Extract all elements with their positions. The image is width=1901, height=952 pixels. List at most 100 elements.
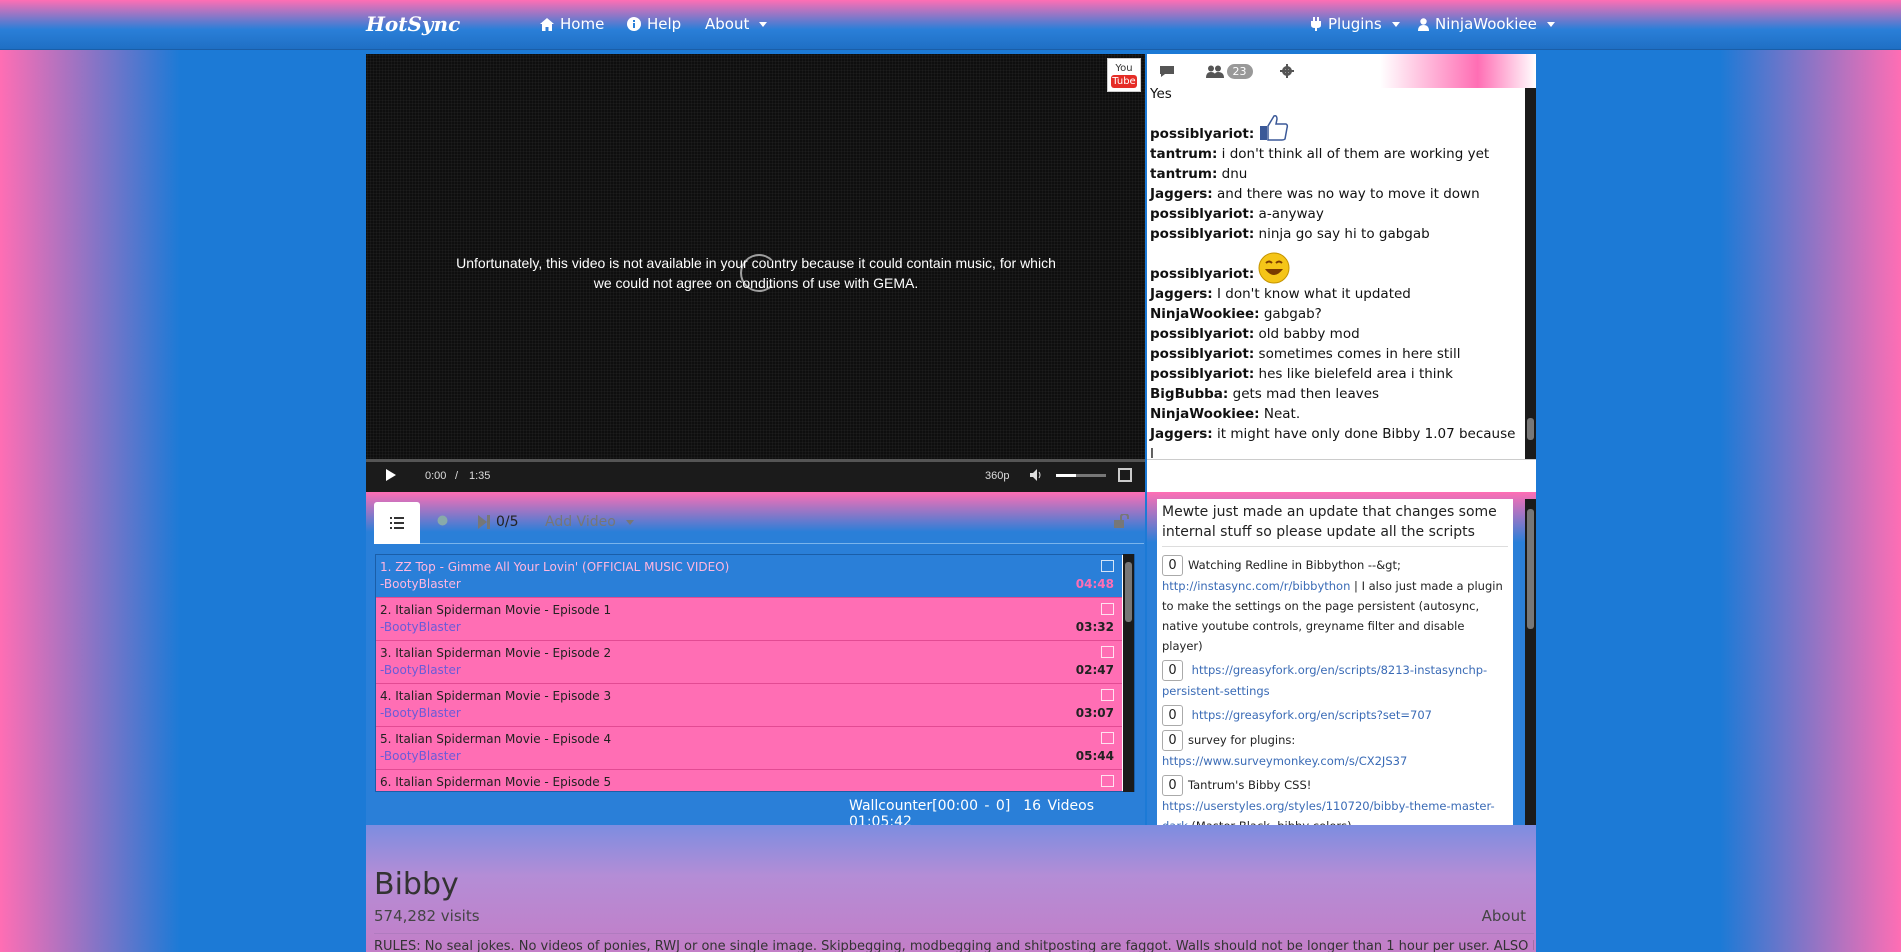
nav-about-dropdown[interactable]: About [705, 15, 768, 33]
laughing-emote [1258, 252, 1290, 284]
chat-username[interactable]: possiblyariot: [1150, 264, 1254, 284]
nav-help[interactable]: Help [627, 15, 681, 33]
chevron-down-icon [759, 21, 768, 27]
chat-username[interactable]: possiblyariot: [1150, 226, 1254, 242]
motd-scroll-thumb[interactable] [1527, 509, 1534, 629]
playlist-item-title: 1. ZZ Top - Gimme All Your Lovin' (OFFIC… [380, 560, 730, 574]
nav-home-label: Home [560, 15, 605, 33]
external-link-icon[interactable] [1101, 732, 1114, 744]
chat-message: possiblyariot: old babby mod [1150, 324, 1520, 344]
lock-button[interactable] [1114, 514, 1130, 528]
tab-users[interactable]: 23 [1199, 54, 1259, 88]
chat-scroll-thumb[interactable] [1527, 418, 1534, 440]
playlist-item[interactable]: 4. Italian Spiderman Movie - Episode 3 -B… [376, 684, 1122, 727]
skip-button[interactable]: 0/5 [478, 514, 519, 530]
poll-vote-count[interactable]: 0 [1162, 705, 1183, 726]
playlist-item[interactable]: 2. Italian Spiderman Movie - Episode 1 -B… [376, 598, 1122, 641]
wallcounter: Wallcounter[00:00 - 0] [849, 798, 1011, 814]
playlist-scroll-thumb[interactable] [1125, 562, 1132, 622]
playlist-item[interactable]: 1. ZZ Top - Gimme All Your Lovin' (OFFIC… [376, 555, 1122, 598]
poll-vote-count[interactable]: 0 [1162, 775, 1183, 796]
external-link-icon[interactable] [1101, 689, 1114, 701]
tab-playlist[interactable] [374, 502, 420, 544]
nav-plugins-dropdown[interactable]: Plugins [1310, 15, 1400, 33]
chat-username[interactable]: Jaggers: [1150, 286, 1213, 302]
quality-button[interactable]: 360p [985, 470, 1009, 482]
top-navbar: HotSync Home Help About Plugins NinjaWoo… [0, 0, 1901, 50]
poll-link[interactable]: https://greasyfork.org/en/scripts/8213-i… [1162, 663, 1487, 698]
chat-username[interactable]: possiblyariot: [1150, 206, 1254, 222]
tab-chat[interactable] [1147, 54, 1187, 88]
playlist-list: 1. ZZ Top - Gimme All Your Lovin' (OFFIC… [375, 554, 1135, 792]
time-total: 1:35 [469, 470, 491, 482]
nav-home[interactable]: Home [540, 15, 604, 33]
chat-text: i don't think all of them are working ye… [1221, 146, 1490, 162]
external-link-icon[interactable] [1101, 775, 1114, 787]
play-icon[interactable] [386, 469, 396, 481]
playlist-item-addedby: -BootyBlaster [380, 577, 461, 591]
chat-bubble-icon [1160, 65, 1174, 77]
nav-user-dropdown[interactable]: NinjaWookiee [1418, 15, 1555, 33]
autosync-button[interactable] [436, 514, 449, 527]
external-link-icon[interactable] [1101, 646, 1114, 658]
chat-message-list: Yes possiblyariot: tantrum: i don't think… [1150, 88, 1520, 459]
progress-bar[interactable] [366, 459, 1145, 462]
poll-link[interactable]: http://instasync.com/r/bibbython [1162, 579, 1350, 593]
playlist-item[interactable]: 3. Italian Spiderman Movie - Episode 2 -B… [376, 641, 1122, 684]
playlist-item[interactable]: 5. Italian Spiderman Movie - Episode 4 -B… [376, 727, 1122, 770]
chat-username[interactable]: NinjaWookiee: [1150, 306, 1260, 322]
chat-username[interactable]: tantrum: [1150, 146, 1217, 162]
playlist-scrollbar[interactable] [1123, 554, 1134, 792]
chat-username[interactable]: tantrum: [1150, 166, 1217, 182]
poll-text: survey for plugins: [1188, 733, 1296, 747]
chat-username[interactable]: BigBubba: [1150, 386, 1228, 402]
external-link-icon[interactable] [1101, 603, 1114, 615]
chat-username[interactable]: Jaggers: [1150, 186, 1213, 202]
poll-vote-count[interactable]: 0 [1162, 660, 1183, 681]
chevron-down-icon [1546, 21, 1555, 27]
volume-slider[interactable] [1056, 474, 1106, 477]
chat-username[interactable]: possiblyariot: [1150, 366, 1254, 382]
volume-icon[interactable] [1030, 469, 1042, 481]
playlist-item-duration: 03:32 [1075, 620, 1114, 634]
chat-username[interactable]: possiblyariot: [1150, 124, 1254, 144]
poll-list: 0 Watching Redline in Bibbython --&gt; ht… [1162, 555, 1508, 851]
motd-scrollbar[interactable] [1525, 499, 1536, 851]
brand-logo[interactable]: HotSync [366, 12, 460, 36]
motd-content: Mewte just made an update that changes s… [1157, 499, 1513, 851]
room-about-link[interactable]: About [1482, 907, 1526, 925]
chat-username[interactable]: possiblyariot: [1150, 326, 1254, 342]
youtube-logo-icon[interactable]: You Tube [1107, 58, 1141, 92]
home-icon [540, 17, 554, 31]
poll-vote-count[interactable]: 0 [1162, 555, 1183, 576]
poll-link[interactable]: https://www.surveymonkey.com/s/CX2JS37 [1162, 754, 1407, 768]
playlist-item[interactable]: 6. Italian Spiderman Movie - Episode 5 [376, 770, 1122, 791]
chat-message: Jaggers: I don't know what it updated [1150, 284, 1520, 304]
chat-input[interactable] [1147, 459, 1536, 492]
youtube-logo-top: You [1115, 63, 1133, 74]
chat-message: Yes [1150, 88, 1520, 104]
chat-username[interactable]: possiblyariot: [1150, 346, 1254, 362]
add-video-label: Add Video [545, 514, 616, 530]
external-link-icon[interactable] [1101, 560, 1114, 572]
chat-username[interactable]: Jaggers: [1150, 426, 1213, 442]
gear-icon [1280, 64, 1294, 78]
add-video-dropdown[interactable]: Add Video [545, 514, 634, 530]
chat-message: Jaggers: it might have only done Bibby 1… [1150, 424, 1520, 459]
playlist-item-addedby: -BootyBlaster [380, 706, 461, 720]
playlist-item-title: 3. Italian Spiderman Movie - Episode 2 [380, 646, 612, 660]
poll-link[interactable]: https://greasyfork.org/en/scripts?set=70… [1192, 708, 1432, 722]
video-player[interactable]: You Tube Unfortunately, this video is no… [366, 54, 1145, 492]
tab-settings[interactable] [1267, 54, 1307, 88]
chat-messages: Yes possiblyariot: tantrum: i don't think… [1147, 88, 1525, 459]
chat-username[interactable]: NinjaWookiee: [1150, 406, 1260, 422]
chat-message: BigBubba: gets mad then leaves [1150, 384, 1520, 404]
poll-vote-count[interactable]: 0 [1162, 730, 1183, 751]
thumbs-up-emote [1260, 115, 1289, 141]
chat-scrollbar[interactable] [1525, 88, 1536, 459]
chat-message: possiblyariot: [1150, 104, 1520, 144]
room-rules: RULES: No seal jokes. No videos of ponie… [374, 939, 1534, 952]
poll-item: 0 Watching Redline in Bibbython --&gt; ht… [1162, 555, 1508, 656]
fullscreen-icon[interactable] [1118, 468, 1132, 482]
chat-message: NinjaWookiee: Neat. [1150, 404, 1520, 424]
